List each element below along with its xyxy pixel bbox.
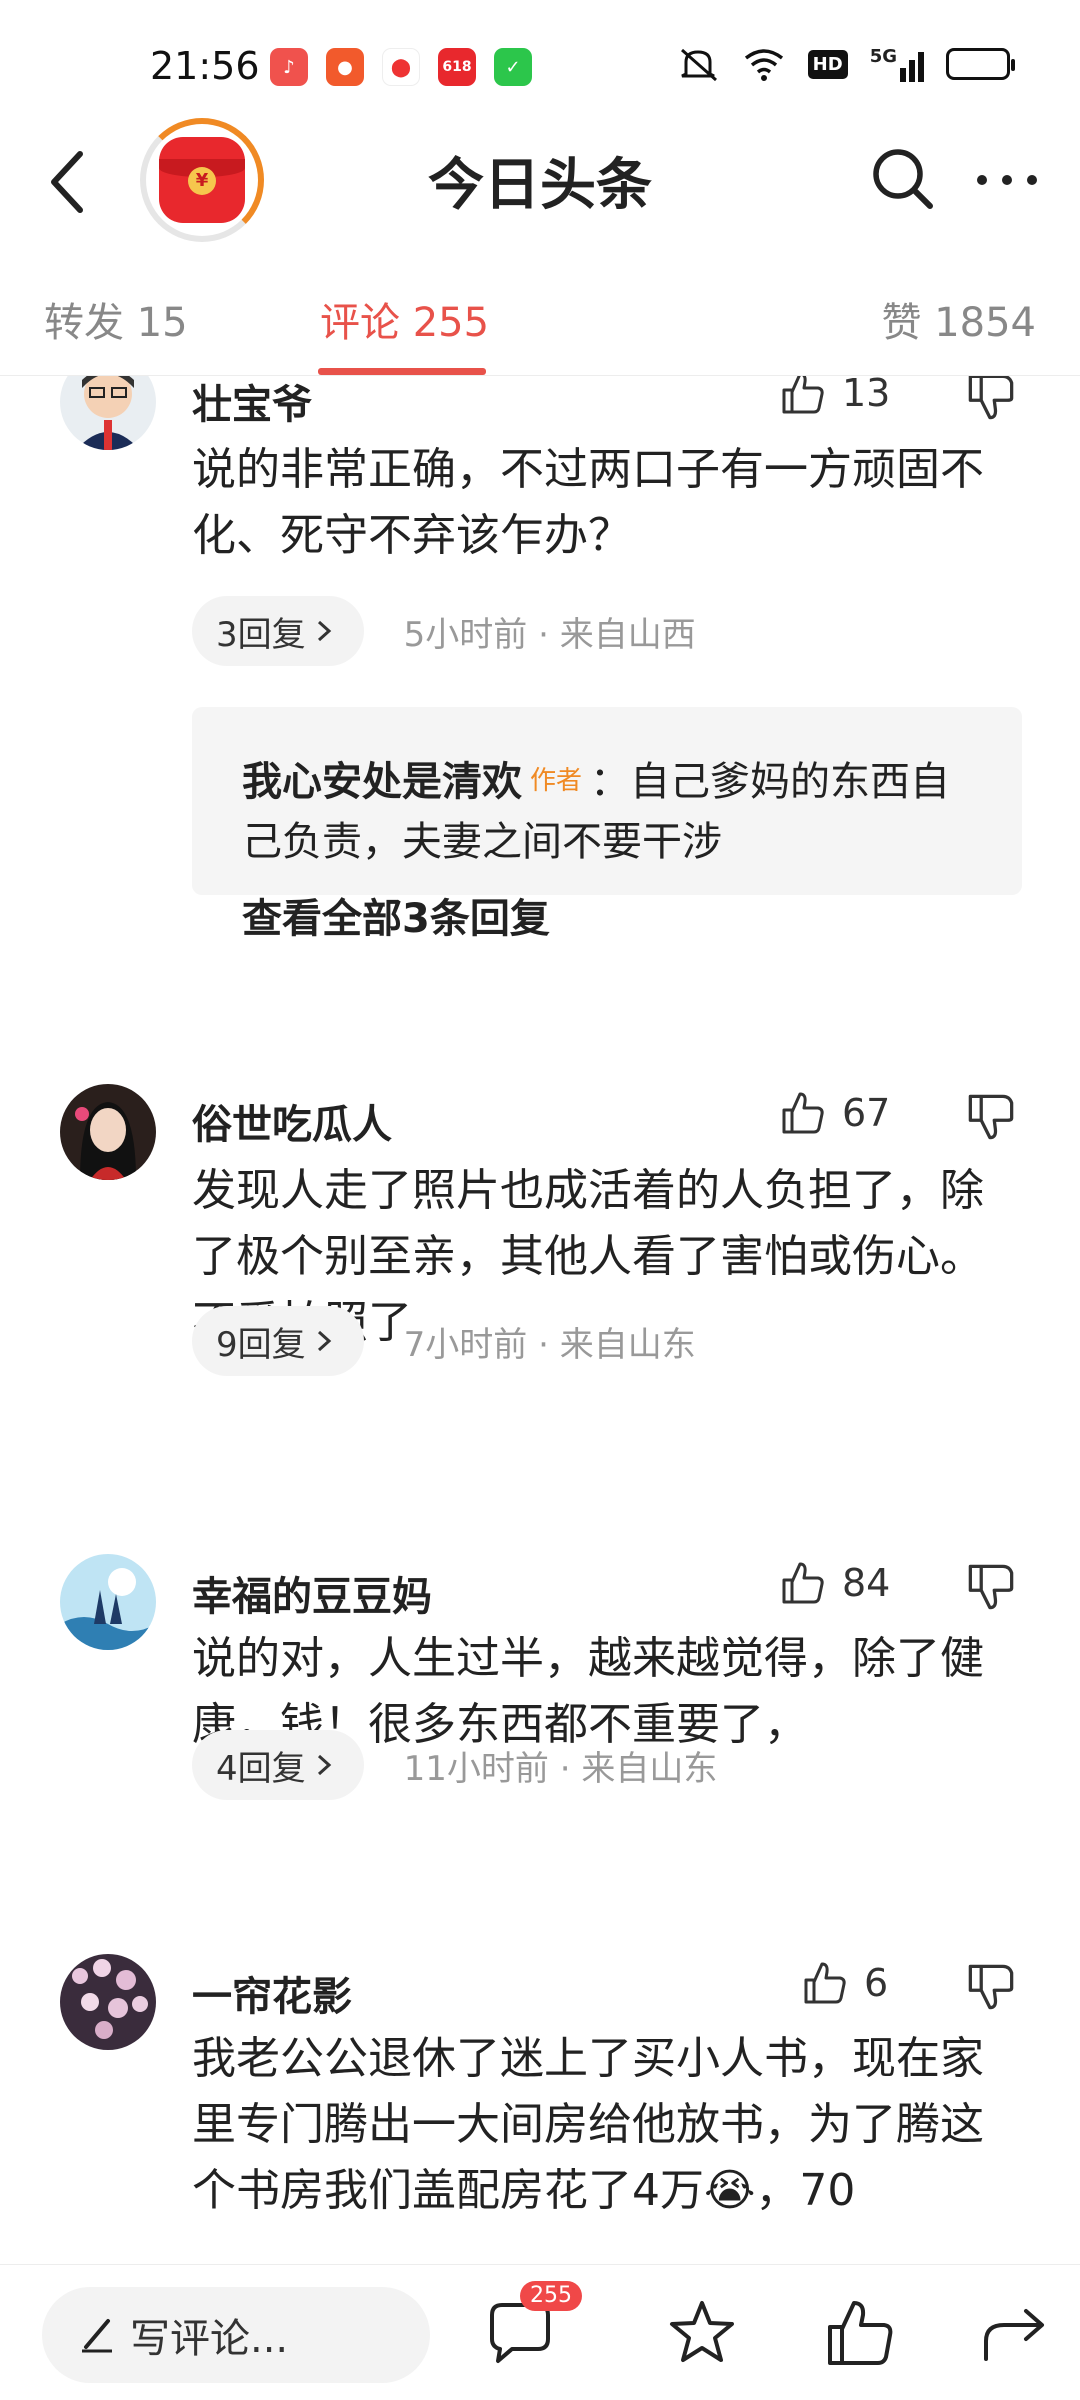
comment-author[interactable]: 幸福的豆豆妈 xyxy=(192,1564,432,1622)
view-all-replies-link[interactable]: 查看全部3条回复 xyxy=(242,886,972,944)
tab-comments[interactable]: 评论 255 xyxy=(320,290,489,348)
tab-likes[interactable]: 赞 1854 xyxy=(881,290,1036,348)
reply-author[interactable]: 我心安处是清欢 xyxy=(242,759,522,805)
thumbs-up-icon[interactable] xyxy=(822,2295,898,2371)
chevron-right-icon xyxy=(317,1330,331,1352)
thumbs-down-icon[interactable] xyxy=(966,1562,1016,1612)
active-tab-indicator xyxy=(318,368,486,375)
kuaishou-icon: ● xyxy=(326,48,364,86)
reply-preview-text: 我心安处是清欢 作者 ：自己爹妈的东西自己负责，夫妻之间不要干涉 xyxy=(242,751,972,872)
bottom-action-bar: 写评论... 255 xyxy=(0,2264,1080,2400)
comment-meta: 3回复 5小时前 · 来自山西 xyxy=(192,596,696,666)
replies-label: 4回复 xyxy=(216,1748,306,1789)
like-button[interactable]: 13 xyxy=(780,376,890,416)
write-comment-placeholder: 写评论... xyxy=(130,2316,289,2362)
top-header: ¥ 今日头条 xyxy=(0,110,1080,250)
music-app-icon: ♪ xyxy=(270,48,308,86)
comment-time-location: 11小时前 · 来自山东 xyxy=(403,1748,718,1789)
thumbs-down-icon[interactable] xyxy=(966,1962,1016,2012)
tab-bar: 转发 15 评论 255 赞 1854 xyxy=(0,270,1080,376)
reply-preview[interactable]: 我心安处是清欢 作者 ：自己爹妈的东西自己负责，夫妻之间不要干涉 查看全部3条回复 xyxy=(192,707,1022,942)
like-count: 13 xyxy=(842,376,891,415)
avatar[interactable] xyxy=(60,1554,156,1650)
hd-icon: HD xyxy=(807,49,848,79)
5g-signal-icon: 5G xyxy=(870,46,924,82)
comment-time-location: 7小时前 · 来自山东 xyxy=(403,1324,696,1365)
comment-author[interactable]: 俗世吃瓜人 xyxy=(192,1092,392,1150)
battery-icon xyxy=(946,48,1015,80)
mute-icon xyxy=(680,48,717,82)
map-pin-icon: ⬤ xyxy=(382,48,420,86)
comment-meta: 4回复 11小时前 · 来自山东 xyxy=(192,1730,717,1800)
tab-reposts[interactable]: 转发 15 xyxy=(44,290,188,348)
network-label: 5G xyxy=(869,46,897,67)
avatar[interactable] xyxy=(60,376,156,450)
comment-text: 我老公公退休了迷上了买小人书，现在家里专门腾出一大间房给他放书，为了腾这个书房我… xyxy=(192,2033,984,2216)
thumbs-up-icon xyxy=(782,376,824,414)
star-icon[interactable] xyxy=(664,2295,740,2371)
like-button[interactable]: 84 xyxy=(780,1560,890,1606)
comment-meta: 9回复 7小时前 · 来自山东 xyxy=(192,1306,696,1376)
search-icon[interactable] xyxy=(868,144,938,214)
avatar[interactable] xyxy=(60,1084,156,1180)
replies-label: 3回复 xyxy=(216,614,306,655)
comment-time-location: 5小时前 · 来自山西 xyxy=(403,614,696,655)
chevron-right-icon xyxy=(317,620,331,642)
like-button[interactable]: 6 xyxy=(802,1960,888,2006)
like-button[interactable]: 67 xyxy=(780,1090,890,1136)
comment-text: 说的非常正确，不过两口子有一方顽固不化、死守不弃该乍办？ xyxy=(192,444,984,561)
thumbs-up-icon xyxy=(804,1962,846,2004)
pen-icon xyxy=(82,2319,112,2353)
thumbs-down-icon[interactable] xyxy=(966,376,1016,422)
replies-button[interactable]: 4回复 xyxy=(192,1730,364,1800)
status-time: 21:56 xyxy=(150,44,260,88)
share-icon[interactable] xyxy=(978,2295,1054,2371)
replies-label: 9回复 xyxy=(216,1324,306,1365)
like-count: 67 xyxy=(842,1091,891,1135)
comment-list: 壮宝爷 13 说的非常正确，不过两口子有一方顽固不化、死守不弃该乍办？ 3回复 … xyxy=(0,376,1080,2264)
thumbs-up-icon xyxy=(782,1092,824,1134)
replies-button[interactable]: 3回复 xyxy=(192,596,364,666)
thumbs-up-icon xyxy=(782,1562,824,1604)
comment-author[interactable]: 一帘花影 xyxy=(192,1964,352,2022)
status-app-icons: ♪ ● ⬤ 618 ✓ xyxy=(270,48,532,86)
more-dots-icon[interactable] xyxy=(972,160,1042,200)
618-shopping-icon: 618 xyxy=(438,48,476,86)
status-indicators: HD 5G xyxy=(676,46,1015,82)
chevron-right-icon xyxy=(317,1754,331,1776)
author-badge: 作者 xyxy=(530,766,583,796)
replies-button[interactable]: 9回复 xyxy=(192,1306,364,1376)
wifi-icon xyxy=(744,49,783,81)
like-count: 84 xyxy=(842,1561,891,1605)
write-comment-input[interactable]: 写评论... xyxy=(42,2287,430,2383)
comment-count-badge: 255 xyxy=(520,2281,582,2311)
comment-author[interactable]: 壮宝爷 xyxy=(192,376,312,430)
green-app-icon: ✓ xyxy=(494,48,532,86)
avatar[interactable] xyxy=(60,1954,156,2050)
like-count: 6 xyxy=(864,1961,889,2005)
thumbs-down-icon[interactable] xyxy=(966,1092,1016,1142)
